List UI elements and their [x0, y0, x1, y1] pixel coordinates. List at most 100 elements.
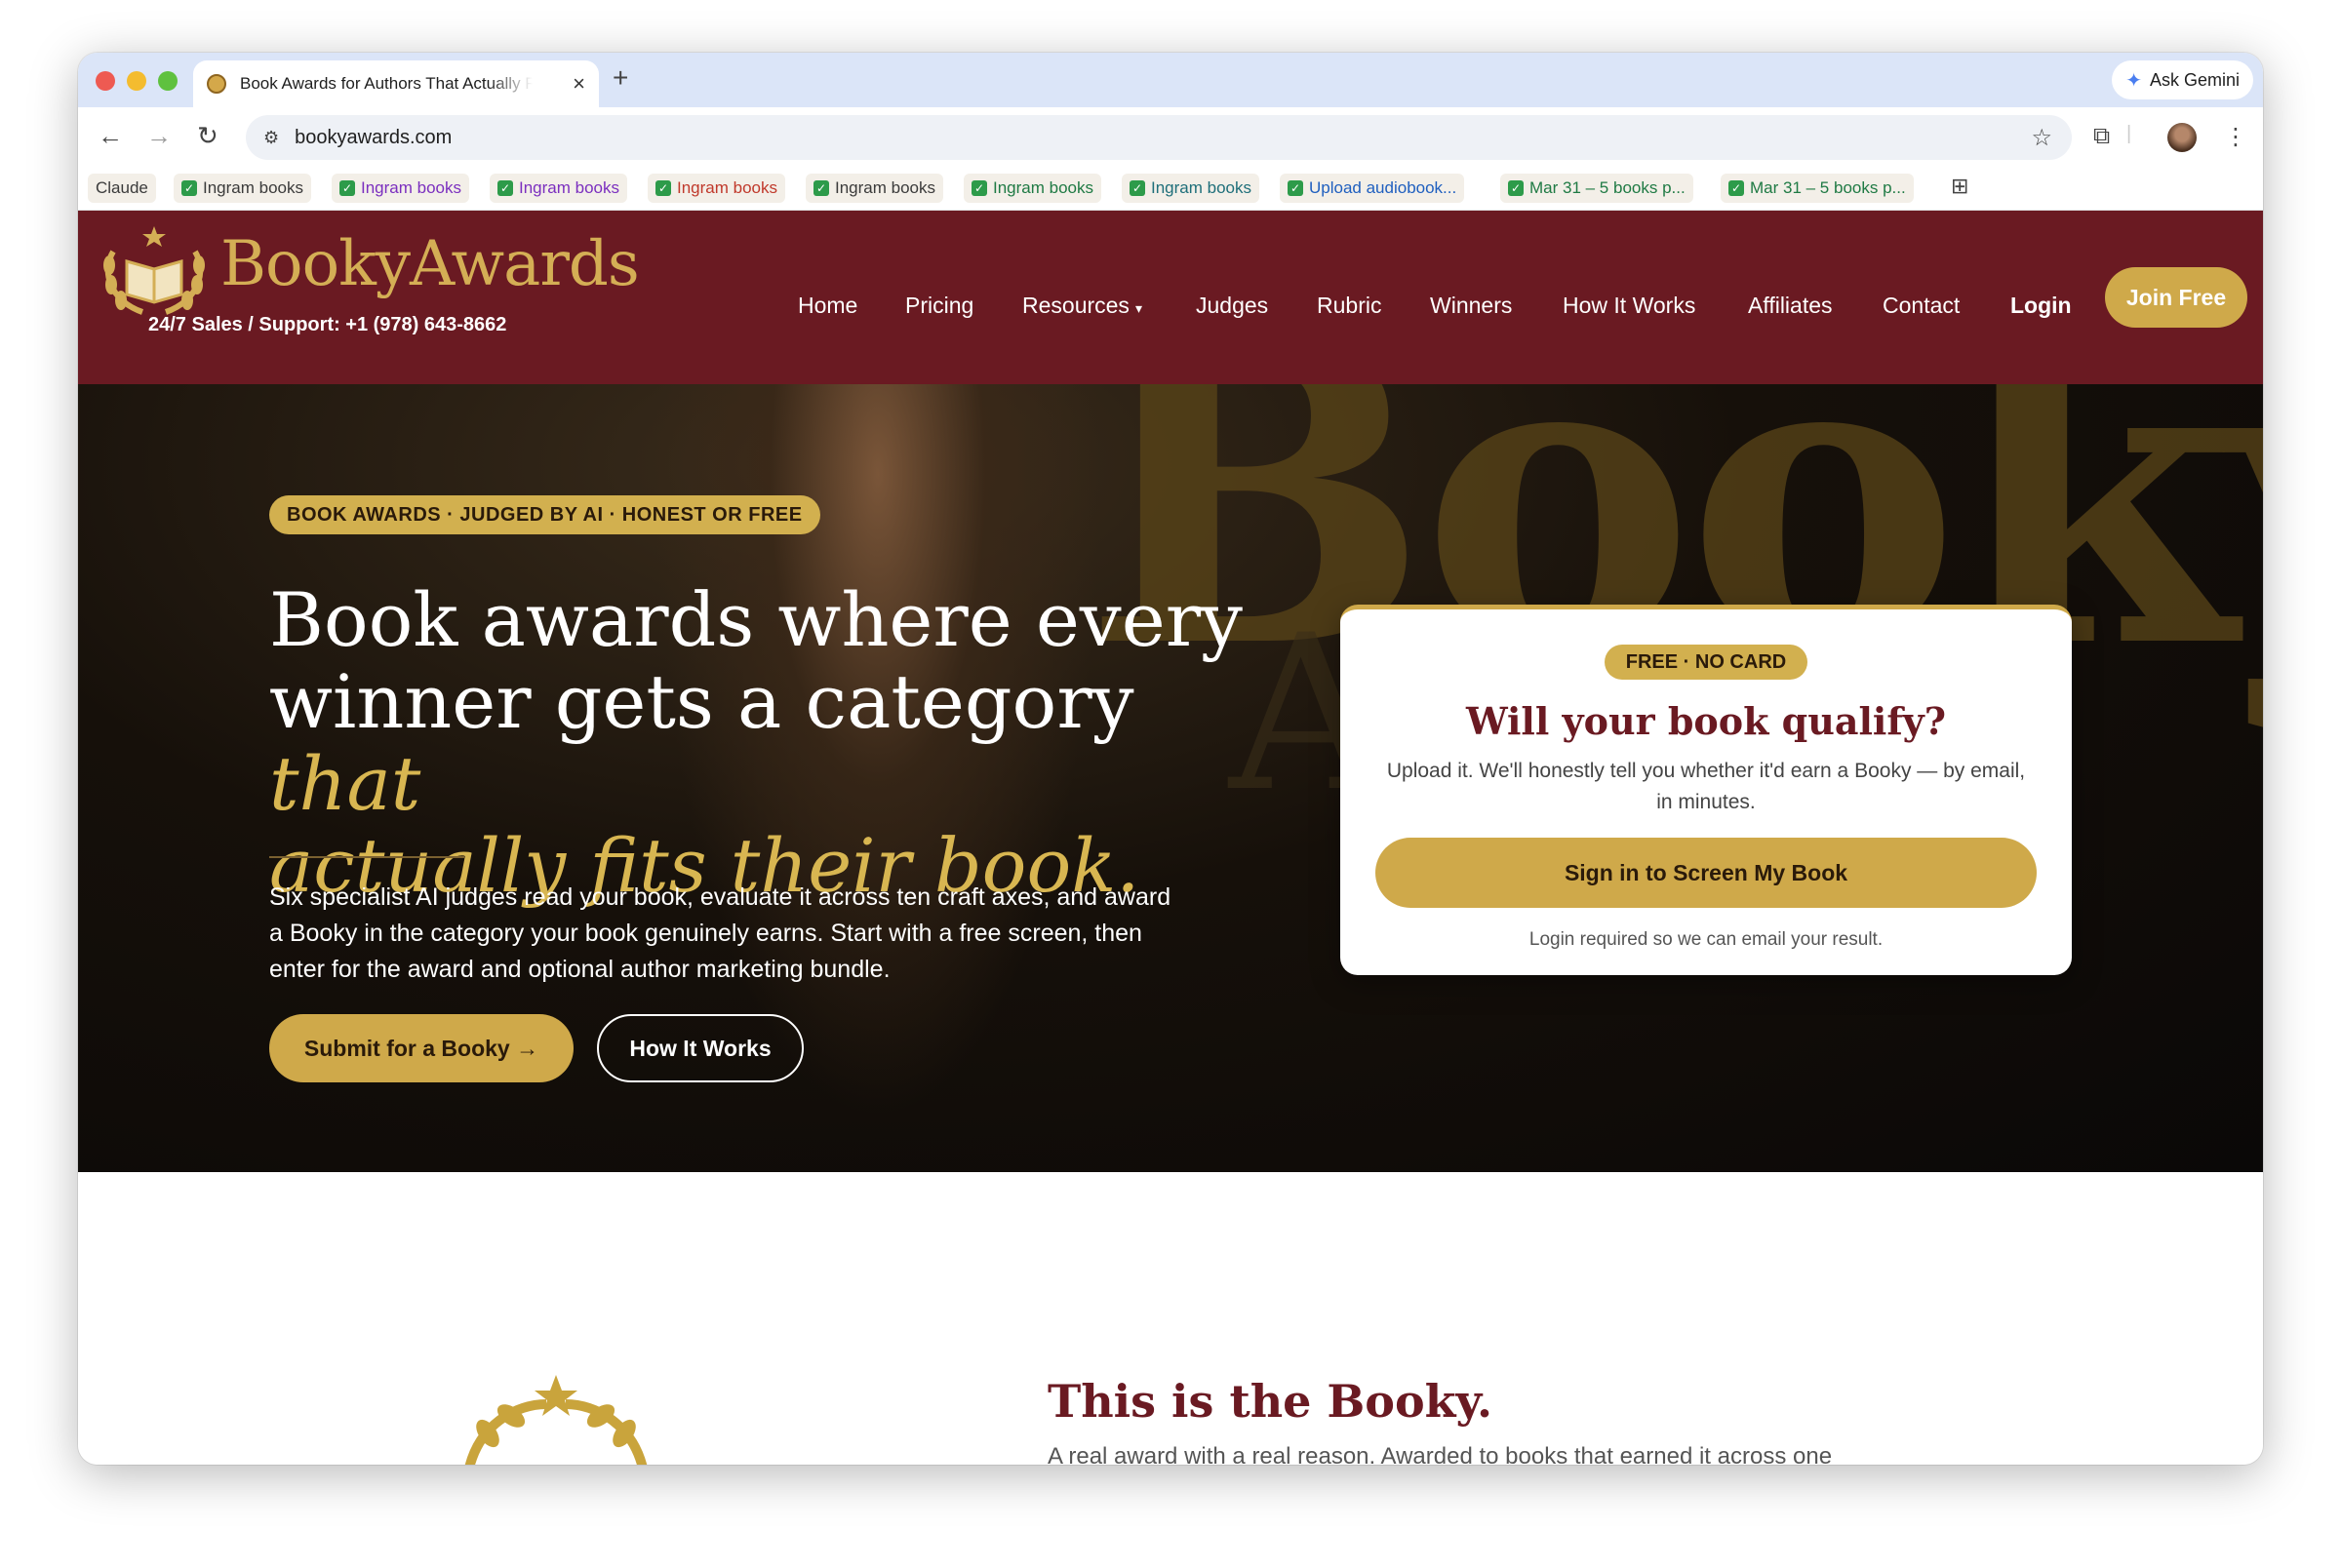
- card-title: Will your book qualify?: [1465, 699, 1947, 743]
- bookmark-label: Ingram books: [993, 178, 1093, 197]
- browser-tab[interactable]: Book Awards for Authors That Actually Fi…: [193, 60, 599, 107]
- bookmark-item[interactable]: ✓ Mar 31 – 5 books p...: [1721, 174, 1914, 203]
- bookmark-label: Ingram books: [677, 178, 777, 197]
- headline-gold-1: that: [269, 740, 421, 827]
- nav-label: Login: [2010, 293, 2072, 318]
- new-tab-button[interactable]: +: [613, 62, 628, 94]
- bookmark-label: Claude: [96, 178, 148, 197]
- checkmark-icon: ✓: [813, 180, 829, 196]
- laurel-book-logo-icon: [103, 226, 205, 315]
- bookmark-label: Upload audiobook...: [1309, 178, 1457, 197]
- nav-label: Winners: [1430, 293, 1513, 318]
- tab-title: Book Awards for Authors That Actually Fi…: [240, 74, 533, 93]
- bookmark-label: Ingram books: [1151, 178, 1251, 197]
- card-text: Upload it. We'll honestly tell you wheth…: [1386, 760, 2026, 813]
- bookmark-label: Ingram books: [835, 178, 935, 197]
- checkmark-icon: ✓: [339, 180, 355, 196]
- bookmark-star-icon[interactable]: ☆: [2031, 124, 2052, 152]
- ask-gemini-button[interactable]: ✦ Ask Gemini: [2112, 60, 2253, 99]
- checkmark-icon: ✓: [1130, 180, 1145, 196]
- card-note: Login required so we can email your resu…: [1528, 929, 1884, 950]
- nav-item-rubric[interactable]: Rubric: [1317, 293, 1381, 319]
- nav-label: Resources: [1022, 293, 1130, 318]
- laurel-wreath-icon: [464, 1375, 648, 1465]
- bookmark-item[interactable]: ✓ Ingram books: [332, 174, 469, 203]
- bookmark-item[interactable]: Claude: [88, 174, 156, 203]
- nav-item-how-it-works[interactable]: How It Works: [1563, 293, 1695, 319]
- hero-badge: BOOK AWARDS · JUDGED BY AI · HONEST OR F…: [269, 495, 820, 534]
- checkmark-icon: ✓: [181, 180, 197, 196]
- caret-down-icon: ▾: [1134, 300, 1142, 316]
- nav-label: Affiliates: [1748, 293, 1833, 318]
- website: BookyAwards 24/7 Sales / Support: +1 (97…: [78, 211, 2263, 1465]
- browser-toolbar: ← → ↻ ⚙ bookyawards.com ☆ ⧉ | ⋮: [78, 107, 2263, 168]
- checkmark-icon: ✓: [1728, 180, 1744, 196]
- bookmark-item[interactable]: ✓ Ingram books: [806, 174, 943, 203]
- site-info-icon[interactable]: ⚙: [263, 128, 279, 148]
- site-header: BookyAwards 24/7 Sales / Support: +1 (97…: [78, 211, 2263, 384]
- qualify-card: FREE · NO CARD Will your book qualify? U…: [1340, 605, 2072, 975]
- nav-label: Contact: [1883, 293, 1961, 318]
- checkmark-icon: ✓: [655, 180, 671, 196]
- how-it-works-button[interactable]: How It Works: [597, 1014, 804, 1082]
- bookmark-item[interactable]: ✓ Ingram books: [648, 174, 785, 203]
- favicon-icon: [207, 74, 226, 94]
- bookmark-item[interactable]: ✓ Upload audiobook...: [1280, 174, 1465, 203]
- sign-in-screen-button[interactable]: Sign in to Screen My Book: [1375, 838, 2037, 908]
- bookmark-label: Mar 31 – 5 books p...: [1529, 178, 1686, 197]
- nav-item-home[interactable]: Home: [798, 293, 857, 319]
- bookmarks-bar: Claude ✓ Ingram books ✓ Ingram books ✓ Ingram …: [78, 168, 2263, 211]
- submit-for-booky-button[interactable]: Submit for a Booky →: [269, 1014, 574, 1082]
- toolbar-divider: |: [2126, 123, 2132, 144]
- headline-line-1: Book awards where every: [269, 576, 1243, 663]
- maximize-window-button[interactable]: [158, 71, 178, 91]
- section-subtitle: A real award with a real reason. Awarded…: [1048, 1443, 1833, 1465]
- hero-paragraph: Six specialist AI judges read your book,…: [269, 883, 1171, 983]
- nav-item-winners[interactable]: Winners: [1430, 293, 1512, 319]
- bookmark-item[interactable]: ✓ Ingram books: [1122, 174, 1259, 203]
- extensions-icon[interactable]: ⧉: [2093, 123, 2110, 150]
- nav-item-affiliates[interactable]: Affiliates: [1748, 293, 1833, 319]
- profile-avatar[interactable]: [2167, 123, 2197, 152]
- address-bar[interactable]: ⚙ bookyawards.com ☆: [246, 115, 2072, 160]
- checkmark-icon: ✓: [497, 180, 513, 196]
- nav-item-login[interactable]: Login: [2010, 293, 2072, 319]
- nav-label: Pricing: [905, 293, 974, 318]
- tab-strip: Book Awards for Authors That Actually Fi…: [78, 53, 2263, 107]
- nav-item-judges[interactable]: Judges: [1196, 293, 1268, 319]
- checkmark-icon: ✓: [972, 180, 987, 196]
- minimize-window-button[interactable]: [127, 71, 146, 91]
- bookmark-label: Mar 31 – 5 books p...: [1750, 178, 1906, 197]
- nav-item-contact[interactable]: Contact: [1883, 293, 1960, 319]
- join-free-button[interactable]: Join Free: [2105, 267, 2247, 328]
- forward-arrow-icon[interactable]: →: [146, 121, 172, 151]
- apps-grid-icon[interactable]: ⊞: [1951, 174, 1968, 199]
- free-badge: FREE · NO CARD: [1605, 645, 1807, 680]
- headline-line-2: winner gets a category: [269, 658, 1134, 745]
- support-phone: 24/7 Sales / Support: +1 (978) 643-8662: [148, 314, 507, 335]
- bookmark-item[interactable]: ✓ Ingram books: [174, 174, 311, 203]
- close-tab-icon[interactable]: ×: [573, 71, 585, 97]
- bookmark-label: Ingram books: [519, 178, 619, 197]
- url-text[interactable]: bookyawards.com: [295, 127, 452, 149]
- reload-icon[interactable]: ↻: [197, 121, 218, 151]
- more-menu-icon[interactable]: ⋮: [2224, 123, 2247, 151]
- nav-label: Home: [798, 293, 858, 318]
- nav-item-resources[interactable]: Resources ▾: [1022, 293, 1142, 319]
- gemini-sparkle-icon: ✦: [2125, 69, 2142, 92]
- hero-section: Booky Awards BOOK AWARDS · JUDGED BY AI …: [78, 384, 2263, 1172]
- browser-window: Book Awards for Authors That Actually Fi…: [78, 53, 2263, 1465]
- section-title: This is the Booky.: [1048, 1375, 1493, 1428]
- bookmark-label: Ingram books: [361, 178, 461, 197]
- site-logo-text[interactable]: BookyAwards: [220, 228, 640, 300]
- bookmark-item[interactable]: ✓ Ingram books: [964, 174, 1101, 203]
- close-window-button[interactable]: [96, 71, 115, 91]
- nav-label: Rubric: [1317, 293, 1382, 318]
- back-arrow-icon[interactable]: ←: [98, 121, 123, 151]
- gemini-label: Ask Gemini: [2149, 69, 2240, 90]
- bookmark-item[interactable]: ✓ Mar 31 – 5 books p...: [1500, 174, 1693, 203]
- bookmark-item[interactable]: ✓ Ingram books: [490, 174, 627, 203]
- nav-item-pricing[interactable]: Pricing: [905, 293, 973, 319]
- hero-divider: [269, 856, 464, 858]
- bookmark-label: Ingram books: [203, 178, 303, 197]
